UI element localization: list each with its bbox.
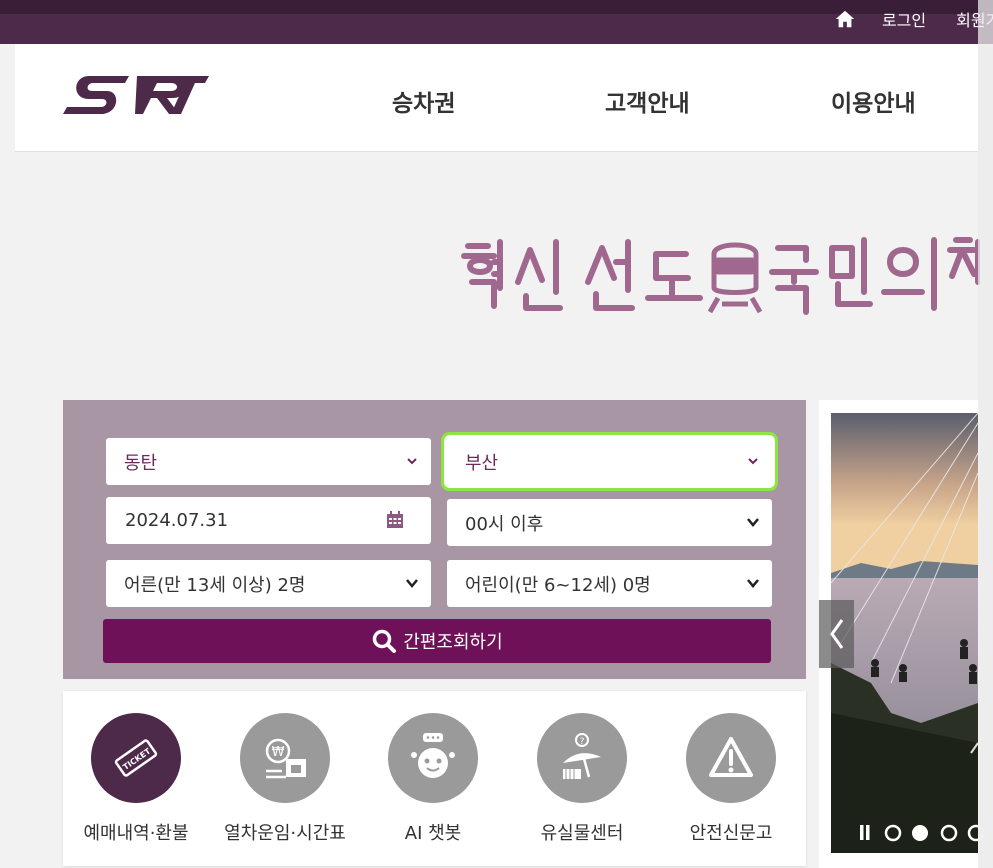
chatbot-icon	[388, 713, 478, 803]
quick-item-lost-found[interactable]: ? 유실물센터	[512, 713, 652, 845]
quick-item-label: AI 챗봇	[404, 823, 462, 844]
warning-icon	[686, 713, 776, 803]
svg-text:?: ?	[580, 737, 585, 747]
arrival-value: 부산	[465, 452, 499, 474]
scroll-strip	[978, 0, 993, 868]
departure-value: 동탄	[124, 452, 158, 474]
banner-dot-active	[912, 825, 928, 841]
banner-prev-button[interactable]	[819, 600, 854, 668]
banner-controls	[858, 822, 993, 844]
banner-pagination	[860, 824, 985, 842]
quick-item-fare-timetable[interactable]: ₩ 열차운임·시간표	[215, 713, 355, 845]
child-count-select[interactable]: 어린이(만 6~12세) 0명	[447, 560, 772, 607]
chevron-down-icon	[747, 518, 759, 527]
gnb-item-customer[interactable]: 고객안내	[605, 84, 690, 118]
quick-item-chatbot[interactable]: AI 챗봇	[363, 713, 503, 845]
gnb-item-guide[interactable]: 이용안내	[831, 84, 916, 118]
quick-menu: TICKET 예매내역·환불 ₩ 열차운임·시간표 AI 챗봇 ? 유실물센터 …	[63, 691, 806, 866]
srt-logo[interactable]	[63, 74, 209, 116]
calendar-icon[interactable]	[386, 511, 404, 529]
quick-item-label: 안전신문고	[689, 823, 773, 844]
time-select[interactable]: 00시 이후	[447, 499, 772, 546]
hero-slogan	[460, 232, 980, 322]
gnb-item-ticket[interactable]: 승차권	[392, 84, 455, 118]
pause-icon	[860, 825, 870, 840]
quick-search-panel: 동탄 부산 2024.07.31 00시 이후 어른(만 13세 이상) 2명 …	[63, 400, 806, 679]
search-icon	[373, 629, 397, 653]
chevron-down-icon	[748, 458, 758, 465]
banner-dot	[884, 824, 902, 842]
chevron-down-icon	[406, 579, 418, 588]
quick-item-reservation[interactable]: TICKET 예매내역·환불	[66, 713, 206, 845]
quick-item-safety-report[interactable]: 안전신문고	[661, 713, 801, 845]
departure-select[interactable]: 동탄	[106, 438, 431, 485]
train-icon	[707, 242, 763, 314]
time-value: 00시 이후	[465, 513, 544, 535]
child-count-value: 어린이(만 6~12세) 0명	[465, 574, 651, 596]
lost-found-icon: ?	[537, 713, 627, 803]
adult-count-value: 어른(만 13세 이상) 2명	[124, 574, 306, 596]
utility-bar: 로그인 회원가입	[0, 0, 993, 44]
banner-dot	[940, 824, 958, 842]
utility-links: 로그인 회원가입	[834, 6, 993, 32]
login-link[interactable]: 로그인	[882, 7, 926, 31]
adult-count-select[interactable]: 어른(만 13세 이상) 2명	[106, 560, 431, 607]
chevron-left-icon	[829, 619, 843, 649]
chevron-down-icon	[747, 579, 759, 588]
quick-search-button[interactable]: 간편조회하기	[103, 619, 771, 663]
chevron-down-icon	[407, 458, 417, 465]
date-value: 2024.07.31	[125, 510, 229, 531]
svg-text:₩: ₩	[272, 745, 285, 760]
site-header: 승차권 고객안내 이용안내	[15, 44, 978, 152]
quick-item-label: 예매내역·환불	[83, 823, 189, 844]
slogan-graphic	[461, 237, 980, 315]
quick-item-label: 열차운임·시간표	[224, 823, 346, 844]
quick-item-label: 유실물센터	[540, 823, 624, 844]
arrival-select[interactable]: 부산	[447, 438, 772, 485]
ticket-icon: TICKET	[91, 713, 181, 803]
date-field[interactable]: 2024.07.31	[106, 497, 431, 544]
home-icon[interactable]	[834, 8, 856, 30]
quick-search-label: 간편조회하기	[403, 632, 503, 653]
fare-timetable-icon: ₩	[240, 713, 330, 803]
